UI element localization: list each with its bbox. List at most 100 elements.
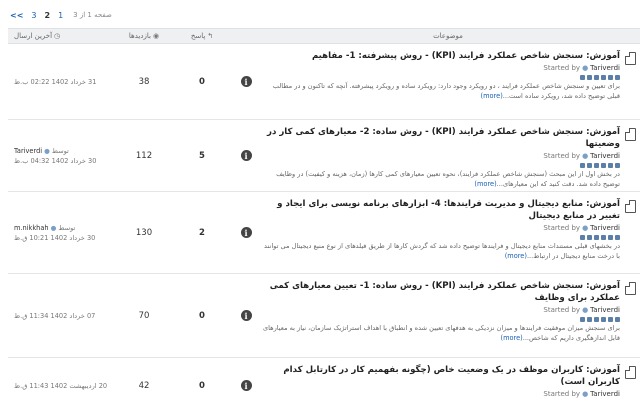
views-count: 42 [138, 380, 150, 391]
lock-icon[interactable] [594, 163, 599, 168]
pin-icon[interactable] [608, 317, 613, 322]
last-post-cell: توسط●Tariverdi 30 خرداد 1402 04:32 ب.ظ [8, 120, 116, 191]
columns-icon[interactable] [601, 317, 606, 322]
topic-author-link[interactable]: Tariverdi [590, 152, 620, 160]
lock-icon[interactable] [594, 235, 599, 240]
user-icon: ● [582, 224, 589, 232]
last-post-cell: 31 خرداد 1402 02:22 ب.ظ [8, 44, 116, 119]
trash-icon[interactable] [615, 163, 620, 168]
info-icon[interactable]: i [240, 227, 252, 238]
header-topics[interactable]: موضوعات [260, 32, 640, 40]
excerpt-text: در بخشهای قبلی مستندات منابع دیجیتال و ف… [264, 242, 620, 260]
header-replies-label: پاسخ [190, 32, 206, 40]
replies-count: 0 [199, 380, 205, 391]
topic-title-link[interactable]: آموزش: سنجش شاخص عملکرد فرایند (KPI) - ر… [260, 280, 620, 304]
topic-title-link[interactable]: آموزش: کاربران موظف در یک وضعیت خاص (چگو… [260, 364, 620, 388]
table-row: آموزش: سنجش شاخص عملکرد فرایند (KPI) - ر… [8, 44, 640, 120]
info-icon[interactable]: i [240, 310, 252, 321]
topic-author-link[interactable]: Tariverdi [590, 390, 620, 398]
more-link[interactable]: (more) [481, 92, 503, 100]
header-replies[interactable]: ↰پاسخ [172, 32, 232, 40]
reply-icon: ↰ [207, 32, 214, 40]
replies-count: 0 [199, 76, 205, 87]
last-post-cell: 07 خرداد 1402 11:34 ق.ظ [8, 274, 116, 357]
gear-icon[interactable] [580, 163, 585, 168]
last-post-author-link[interactable]: m.nikkhah [14, 224, 49, 232]
topic-title-link[interactable]: آموزش: سنجش شاخص عملکرد فرایند (KPI) - ر… [260, 50, 620, 62]
info-cell: i [232, 358, 260, 400]
document-icon [625, 366, 636, 379]
header-last-post[interactable]: ◷آخرین ارسال [8, 32, 116, 40]
started-by-label: Started by [543, 224, 581, 232]
lock-icon[interactable] [594, 317, 599, 322]
trash-icon[interactable] [615, 235, 620, 240]
last-post-date[interactable]: 31 خرداد 1402 02:22 ب.ظ [14, 77, 96, 87]
eye-icon: ◉ [152, 32, 160, 40]
topic-tools [560, 235, 620, 240]
eye-icon[interactable] [587, 317, 592, 322]
topic-author-link[interactable]: Tariverdi [590, 64, 620, 72]
last-post-by-label: توسط [51, 146, 69, 155]
last-post-by: توسط●m.nikkhah [14, 223, 75, 233]
last-post-cell: توسط●m.nikkhah 30 خرداد 1402 10:21 ق.ظ [8, 192, 116, 273]
columns-icon[interactable] [601, 163, 606, 168]
started-by-label: Started by [543, 152, 581, 160]
eye-icon[interactable] [587, 75, 592, 80]
last-post-date[interactable]: 07 خرداد 1402 11:34 ق.ظ [14, 311, 95, 321]
more-link[interactable]: (more) [500, 334, 522, 342]
gear-icon[interactable] [580, 235, 585, 240]
last-post-author-link[interactable]: Tariverdi [14, 147, 42, 155]
topic-cell: آموزش: کاربران موظف در یک وضعیت خاص (چگو… [260, 358, 640, 400]
header-views[interactable]: ◉بازدیدها [116, 32, 172, 40]
table-row: آموزش: سنجش شاخص عملکرد فرایند (KPI) - ر… [8, 120, 640, 192]
columns-icon[interactable] [601, 75, 606, 80]
page-link-1[interactable]: 1 [56, 11, 65, 20]
page-link-3[interactable]: 3 [29, 11, 38, 20]
more-link[interactable]: (more) [505, 252, 527, 260]
topic-author-link[interactable]: Tariverdi [590, 224, 620, 232]
user-icon: ● [582, 64, 589, 72]
table-row: آموزش: منابع دیجیتال و مدیریت فرایندها: … [8, 192, 640, 274]
info-icon[interactable]: i [240, 76, 252, 87]
pin-icon[interactable] [608, 235, 613, 240]
columns-icon[interactable] [601, 235, 606, 240]
info-icon[interactable]: i [240, 380, 252, 391]
topic-meta: Started by ● Tariverdi [260, 224, 620, 233]
trash-icon[interactable] [615, 75, 620, 80]
topic-meta: Started by ● Tariverdi [260, 152, 620, 161]
user-icon: ● [50, 223, 57, 232]
topic-meta: Started by ● Tariverdi [260, 306, 620, 315]
eye-icon[interactable] [587, 235, 592, 240]
topic-meta: Started by ● Tariverdi [260, 64, 620, 73]
eye-icon[interactable] [587, 163, 592, 168]
topic-cell: آموزش: سنجش شاخص عملکرد فرایند (KPI) - ر… [260, 274, 640, 357]
topic-title-link[interactable]: آموزش: سنجش شاخص عملکرد فرایند (KPI) - ر… [260, 126, 620, 150]
last-post-date[interactable]: 30 خرداد 1402 04:32 ب.ظ [14, 156, 96, 166]
last-post-by: توسط●Tariverdi [14, 146, 69, 156]
clock-icon: ◷ [54, 32, 61, 40]
topic-author-link[interactable]: Tariverdi [590, 306, 620, 314]
topic-tools [560, 317, 620, 322]
topic-title-link[interactable]: آموزش: منابع دیجیتال و مدیریت فرایندها: … [260, 198, 620, 222]
trash-icon[interactable] [615, 317, 620, 322]
views-count: 38 [138, 76, 150, 87]
next-page-link[interactable]: >> [8, 11, 25, 20]
info-cell: i [232, 120, 260, 191]
replies-count: 5 [199, 150, 205, 161]
info-cell: i [232, 44, 260, 119]
gear-icon[interactable] [580, 317, 585, 322]
info-icon[interactable]: i [240, 150, 252, 161]
last-post-date[interactable]: 30 خرداد 1402 10:21 ق.ظ [14, 233, 95, 243]
gear-icon[interactable] [580, 75, 585, 80]
more-link[interactable]: (more) [474, 180, 496, 188]
excerpt-text: در بخش اول از این مبحث (سنجش شاخص عملکرد… [276, 170, 620, 188]
pin-icon[interactable] [608, 163, 613, 168]
document-icon [625, 128, 636, 141]
lock-icon[interactable] [594, 75, 599, 80]
topics-table: موضوعات ↰پاسخ ◉بازدیدها ◷آخرین ارسال آمو… [8, 28, 640, 400]
topic-excerpt: برای تعیین و سنجش شاخص عملکرد فرایند ، د… [260, 82, 620, 101]
last-post-by-label: توسط [58, 223, 76, 232]
last-post-date[interactable]: 20 اردیبهشت 1402 11:43 ق.ظ [14, 381, 107, 391]
pin-icon[interactable] [608, 75, 613, 80]
pagination: صفحه 1 از 3 1 2 3 >> [8, 6, 632, 24]
